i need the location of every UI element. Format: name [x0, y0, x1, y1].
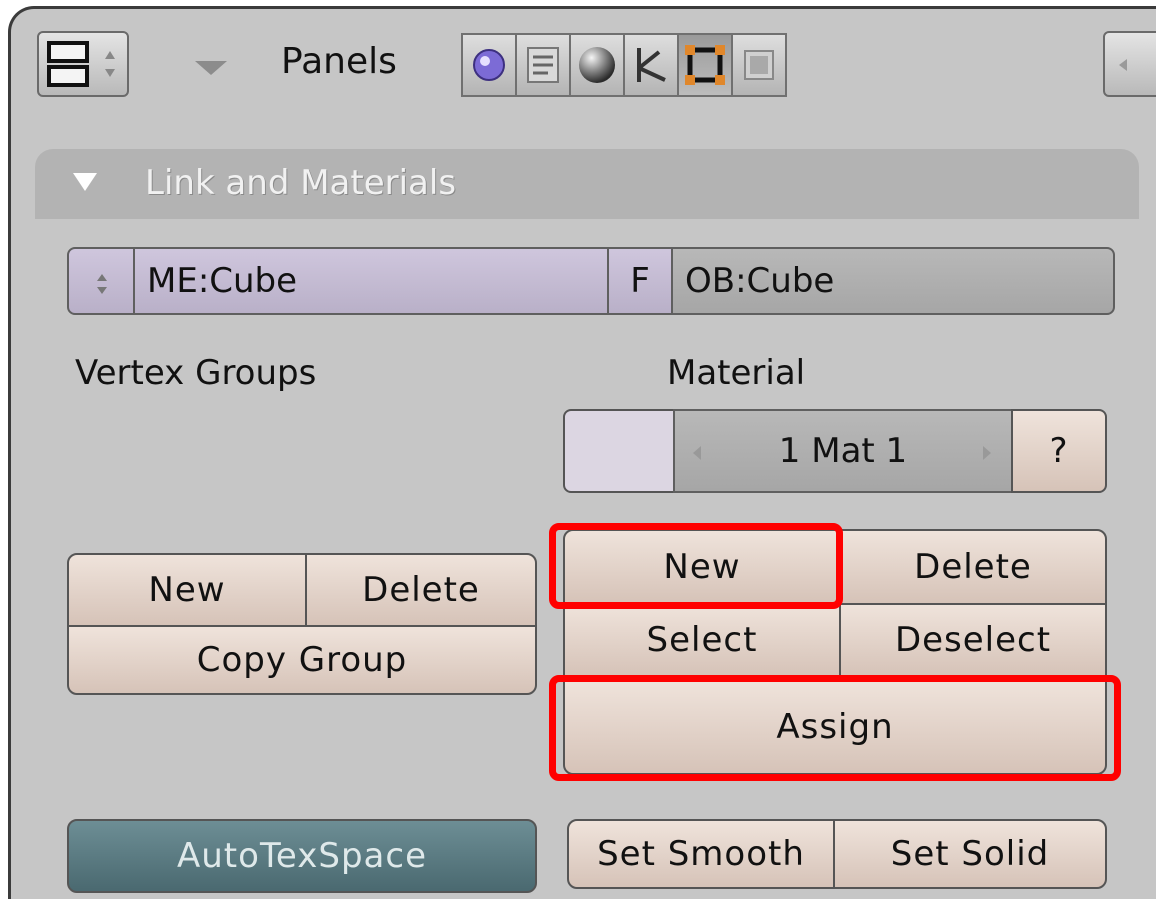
panels-label: Panels: [281, 41, 397, 82]
buttons-window: Panels Link and Materials ME:Cube F OB:C…: [8, 6, 1156, 899]
scene-button[interactable]: [731, 33, 787, 97]
window-type-menu[interactable]: [37, 31, 129, 97]
shading-button[interactable]: [569, 33, 625, 97]
logic-button[interactable]: [461, 33, 517, 97]
mesh-name-field[interactable]: ME:Cube: [133, 247, 609, 315]
window-type-icon: [47, 41, 89, 87]
vertex-group-new-label: New: [148, 570, 226, 610]
panel-header[interactable]: Link and Materials: [35, 149, 1139, 219]
scene-icon: [744, 50, 774, 80]
material-index-value: 1 Mat 1: [778, 431, 908, 471]
object-name-text: OB:Cube: [685, 261, 835, 301]
vertex-group-new-button[interactable]: New: [67, 553, 307, 627]
fake-user-button[interactable]: F: [607, 247, 673, 315]
mesh-browse-button[interactable]: [67, 247, 135, 315]
set-smooth-button[interactable]: Set Smooth: [567, 819, 835, 889]
autotexspace-label: AutoTexSpace: [177, 836, 427, 876]
updown-arrows-icon: [97, 274, 107, 294]
editing-button[interactable]: [677, 33, 733, 97]
script-icon: [527, 47, 559, 83]
collapse-triangle-icon[interactable]: [191, 57, 231, 81]
panel-expanded-icon: [73, 173, 97, 191]
material-label: Material: [667, 353, 806, 393]
copy-group-label: Copy Group: [196, 640, 408, 680]
material-new-button[interactable]: New: [563, 529, 841, 605]
fake-user-label: F: [630, 261, 650, 301]
vertex-group-delete-button[interactable]: Delete: [305, 553, 537, 627]
material-assign-label: Assign: [776, 707, 894, 747]
vertex-groups-label: Vertex Groups: [75, 353, 317, 393]
material-assign-button[interactable]: Assign: [563, 679, 1107, 775]
material-new-label: New: [663, 547, 741, 587]
context-icon-strip: [461, 33, 787, 97]
mesh-name-text: ME:Cube: [147, 261, 298, 301]
material-color-swatch[interactable]: [563, 409, 675, 493]
updown-arrows-icon: [105, 51, 115, 77]
set-solid-label: Set Solid: [890, 834, 1050, 874]
material-deselect-label: Deselect: [894, 620, 1052, 660]
material-delete-button[interactable]: Delete: [839, 529, 1107, 605]
material-select-button[interactable]: Select: [563, 603, 841, 677]
material-delete-label: Delete: [914, 547, 1032, 587]
material-help-button[interactable]: ?: [1011, 409, 1107, 493]
shading-icon: [579, 47, 615, 83]
script-button[interactable]: [515, 33, 571, 97]
scroll-left-icon: [1119, 59, 1127, 71]
object-icon: [637, 48, 666, 82]
material-index-field[interactable]: 1 Mat 1: [673, 409, 1013, 493]
material-select-label: Select: [646, 620, 758, 660]
vertex-group-delete-label: Delete: [362, 570, 480, 610]
copy-group-button[interactable]: Copy Group: [67, 625, 537, 695]
increment-arrow-icon[interactable]: [981, 445, 993, 461]
material-help-label: ?: [1049, 431, 1069, 471]
object-button[interactable]: [623, 33, 679, 97]
decrement-arrow-icon[interactable]: [691, 445, 703, 461]
logic-icon: [473, 49, 505, 81]
editing-icon: [685, 45, 725, 85]
object-name-field[interactable]: OB:Cube: [671, 247, 1115, 315]
set-smooth-label: Set Smooth: [597, 834, 805, 874]
panel-title: Link and Materials: [145, 163, 457, 203]
material-deselect-button[interactable]: Deselect: [839, 603, 1107, 677]
set-solid-button[interactable]: Set Solid: [833, 819, 1107, 889]
scroll-left-button[interactable]: [1103, 31, 1156, 97]
autotexspace-toggle[interactable]: AutoTexSpace: [67, 819, 537, 893]
